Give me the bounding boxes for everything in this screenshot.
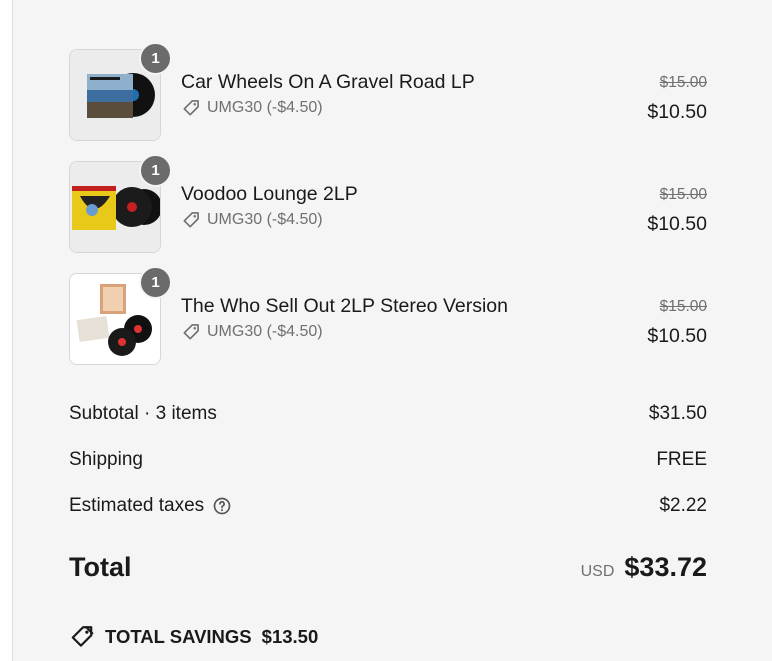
total-savings: TOTAL SAVINGS $13.50 — [69, 624, 318, 650]
subtotal-label: Subtotal · 3 items — [69, 403, 217, 424]
discounted-price: $10.50 — [647, 213, 707, 235]
discount-code: UMG30 (-$4.50) — [181, 210, 323, 230]
total-label: Total — [69, 552, 132, 582]
item-title: Car Wheels On A Gravel Road LP — [181, 71, 475, 93]
taxes-label: Estimated taxes — [69, 495, 205, 516]
shipping-row: Shipping FREE — [69, 449, 707, 471]
product-thumbnail: 1 — [69, 154, 172, 253]
discount-text: UMG30 (-$4.50) — [207, 211, 323, 228]
savings-value: $13.50 — [261, 626, 319, 647]
item-title: Voodoo Lounge 2LP — [181, 183, 358, 205]
taxes-label-group: Estimated taxes — [69, 495, 232, 517]
discount-text: UMG30 (-$4.50) — [207, 323, 323, 340]
taxes-value: $2.22 — [659, 495, 707, 516]
line-item: 1 Voodoo Lounge 2LP UMG30 (-$4.50) $15.0… — [69, 154, 707, 253]
original-price: $15.00 — [659, 74, 707, 91]
discount-code: UMG30 (-$4.50) — [181, 322, 323, 342]
quantity-badge: 1 — [139, 42, 172, 75]
shipping-value: FREE — [656, 449, 707, 470]
total-amount-group: USD $33.72 — [581, 552, 707, 583]
tag-icon — [183, 100, 199, 116]
discounted-price: $10.50 — [647, 101, 707, 123]
quantity-badge: 1 — [139, 154, 172, 187]
shipping-label: Shipping — [69, 449, 143, 470]
discount-code: UMG30 (-$4.50) — [181, 98, 323, 118]
order-summary-panel: 1 Car Wheels On A Gravel Road LP UMG30 (… — [12, 0, 772, 661]
line-item: 1 Car Wheels On A Gravel Road LP UMG30 (… — [69, 42, 707, 141]
subtotal-value: $31.50 — [648, 403, 707, 424]
tag-icon — [183, 212, 199, 228]
line-item: 1 The Who Sell Out 2LP Stereo Version UM… — [69, 266, 707, 365]
currency-code: USD — [580, 563, 615, 580]
tag-icon — [183, 324, 199, 340]
discount-text: UMG30 (-$4.50) — [207, 99, 323, 116]
help-circle-icon[interactable] — [212, 496, 232, 516]
product-thumbnail: 1 — [69, 266, 172, 365]
subtotal-row: Subtotal · 3 items $31.50 — [69, 403, 707, 425]
quantity-badge: 1 — [139, 266, 172, 299]
savings-label: TOTAL SAVINGS — [105, 626, 252, 647]
total-value: $33.72 — [624, 552, 707, 582]
discounted-price: $10.50 — [647, 325, 707, 347]
product-thumbnail: 1 — [69, 42, 172, 141]
tag-icon — [71, 626, 94, 647]
taxes-row: Estimated taxes $2.22 — [69, 495, 707, 517]
original-price: $15.00 — [659, 298, 707, 315]
item-title: The Who Sell Out 2LP Stereo Version — [181, 295, 508, 317]
original-price: $15.00 — [659, 186, 707, 203]
total-row: Total USD $33.72 — [69, 552, 707, 583]
